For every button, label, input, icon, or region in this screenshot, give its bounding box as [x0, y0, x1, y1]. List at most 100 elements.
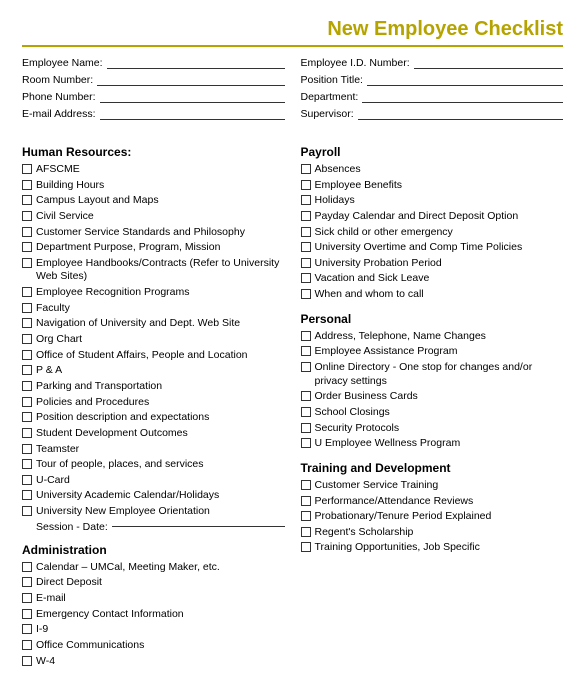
checkbox[interactable] — [22, 397, 32, 407]
checkbox[interactable] — [301, 496, 311, 506]
employee-id-label: Employee I.D. Number: — [301, 57, 410, 69]
checkbox[interactable] — [22, 444, 32, 454]
room-number-label: Room Number: — [22, 74, 93, 86]
list-item: Position description and expectations — [22, 411, 285, 425]
checkbox[interactable] — [301, 331, 311, 341]
list-item: Address, Telephone, Name Changes — [301, 330, 564, 344]
checkbox[interactable] — [301, 391, 311, 401]
list-item: University Academic Calendar/Holidays — [22, 489, 285, 503]
left-column: Human Resources: AFSCME Building Hours C… — [22, 135, 285, 670]
list-item: Faculty — [22, 302, 285, 316]
list-item: University New Employee Orientation — [22, 505, 285, 519]
position-title-label: Position Title: — [301, 74, 363, 86]
list-item: AFSCME — [22, 163, 285, 177]
checkbox[interactable] — [22, 428, 32, 438]
checkbox[interactable] — [22, 258, 32, 268]
right-column: Payroll Absences Employee Benefits Holid… — [301, 135, 564, 670]
checkbox[interactable] — [301, 362, 311, 372]
checkbox[interactable] — [22, 242, 32, 252]
checkbox[interactable] — [301, 180, 311, 190]
list-item: Org Chart — [22, 333, 285, 347]
checkbox[interactable] — [301, 242, 311, 252]
list-item: When and whom to call — [301, 288, 564, 302]
checkbox[interactable] — [301, 195, 311, 205]
checkbox[interactable] — [22, 490, 32, 500]
page-title: New Employee Checklist — [22, 18, 563, 47]
checkbox[interactable] — [301, 542, 311, 552]
list-item: Sick child or other emergency — [301, 226, 564, 240]
list-item: University Probation Period — [301, 257, 564, 271]
checkbox[interactable] — [22, 365, 32, 375]
checkbox[interactable] — [22, 475, 32, 485]
checkbox[interactable] — [301, 346, 311, 356]
checkbox[interactable] — [22, 381, 32, 391]
checkbox[interactable] — [22, 506, 32, 516]
list-item: Payday Calendar and Direct Deposit Optio… — [301, 210, 564, 224]
checkbox[interactable] — [22, 180, 32, 190]
checkbox[interactable] — [22, 303, 32, 313]
checkbox[interactable] — [301, 511, 311, 521]
checkbox[interactable] — [22, 227, 32, 237]
checkbox[interactable] — [22, 164, 32, 174]
checkbox[interactable] — [301, 227, 311, 237]
list-item: Civil Service — [22, 210, 285, 224]
list-item: U Employee Wellness Program — [301, 437, 564, 451]
checkbox[interactable] — [22, 318, 32, 328]
list-item: E-mail — [22, 592, 285, 606]
checkbox[interactable] — [301, 527, 311, 537]
supervisor-label: Supervisor: — [301, 108, 354, 120]
training-title: Training and Development — [301, 461, 564, 475]
checkbox[interactable] — [22, 211, 32, 221]
department-label: Department: — [301, 91, 359, 103]
list-item: Calendar – UMCal, Meeting Maker, etc. — [22, 561, 285, 575]
list-item: Online Directory - One stop for changes … — [301, 361, 564, 388]
checkbox[interactable] — [301, 289, 311, 299]
list-item: Employee Handbooks/Contracts (Refer to U… — [22, 257, 285, 284]
list-item: Policies and Procedures — [22, 396, 285, 410]
admin-title: Administration — [22, 543, 285, 557]
list-item: Customer Service Standards and Philosoph… — [22, 226, 285, 240]
checkbox[interactable] — [22, 350, 32, 360]
checkbox[interactable] — [301, 164, 311, 174]
list-item: Vacation and Sick Leave — [301, 272, 564, 286]
employee-name-label: Employee Name: — [22, 57, 103, 69]
checkbox[interactable] — [22, 287, 32, 297]
section-human-resources: Human Resources: AFSCME Building Hours C… — [22, 145, 285, 533]
payroll-title: Payroll — [301, 145, 564, 159]
list-item: I-9 — [22, 623, 285, 637]
checkbox[interactable] — [22, 624, 32, 634]
list-item: Performance/Attendance Reviews — [301, 495, 564, 509]
list-item: Emergency Contact Information — [22, 608, 285, 622]
checkbox[interactable] — [22, 656, 32, 666]
checkbox[interactable] — [22, 577, 32, 587]
checkbox[interactable] — [301, 211, 311, 221]
list-item: Employee Benefits — [301, 179, 564, 193]
checkbox[interactable] — [301, 407, 311, 417]
checkbox[interactable] — [301, 423, 311, 433]
checkbox[interactable] — [22, 593, 32, 603]
checkbox[interactable] — [22, 562, 32, 572]
section-personal: Personal Address, Telephone, Name Change… — [301, 312, 564, 451]
checkbox[interactable] — [22, 334, 32, 344]
checkbox[interactable] — [301, 438, 311, 448]
checkbox[interactable] — [22, 195, 32, 205]
checkbox[interactable] — [301, 273, 311, 283]
list-item: Order Business Cards — [301, 390, 564, 404]
phone-number-label: Phone Number: — [22, 91, 96, 103]
list-item: Parking and Transportation — [22, 380, 285, 394]
list-item: Holidays — [301, 194, 564, 208]
list-item: Employee Recognition Programs — [22, 286, 285, 300]
email-address-label: E-mail Address: — [22, 108, 96, 120]
checkbox[interactable] — [22, 459, 32, 469]
section-training: Training and Development Customer Servic… — [301, 461, 564, 555]
checkbox[interactable] — [22, 609, 32, 619]
list-item: Security Protocols — [301, 422, 564, 436]
checkbox[interactable] — [301, 480, 311, 490]
hr-title: Human Resources: — [22, 145, 285, 159]
checkbox[interactable] — [301, 258, 311, 268]
list-item: Training Opportunities, Job Specific — [301, 541, 564, 555]
checkbox[interactable] — [22, 640, 32, 650]
checkbox[interactable] — [22, 412, 32, 422]
section-administration: Administration Calendar – UMCal, Meeting… — [22, 543, 285, 668]
list-item: Teamster — [22, 443, 285, 457]
